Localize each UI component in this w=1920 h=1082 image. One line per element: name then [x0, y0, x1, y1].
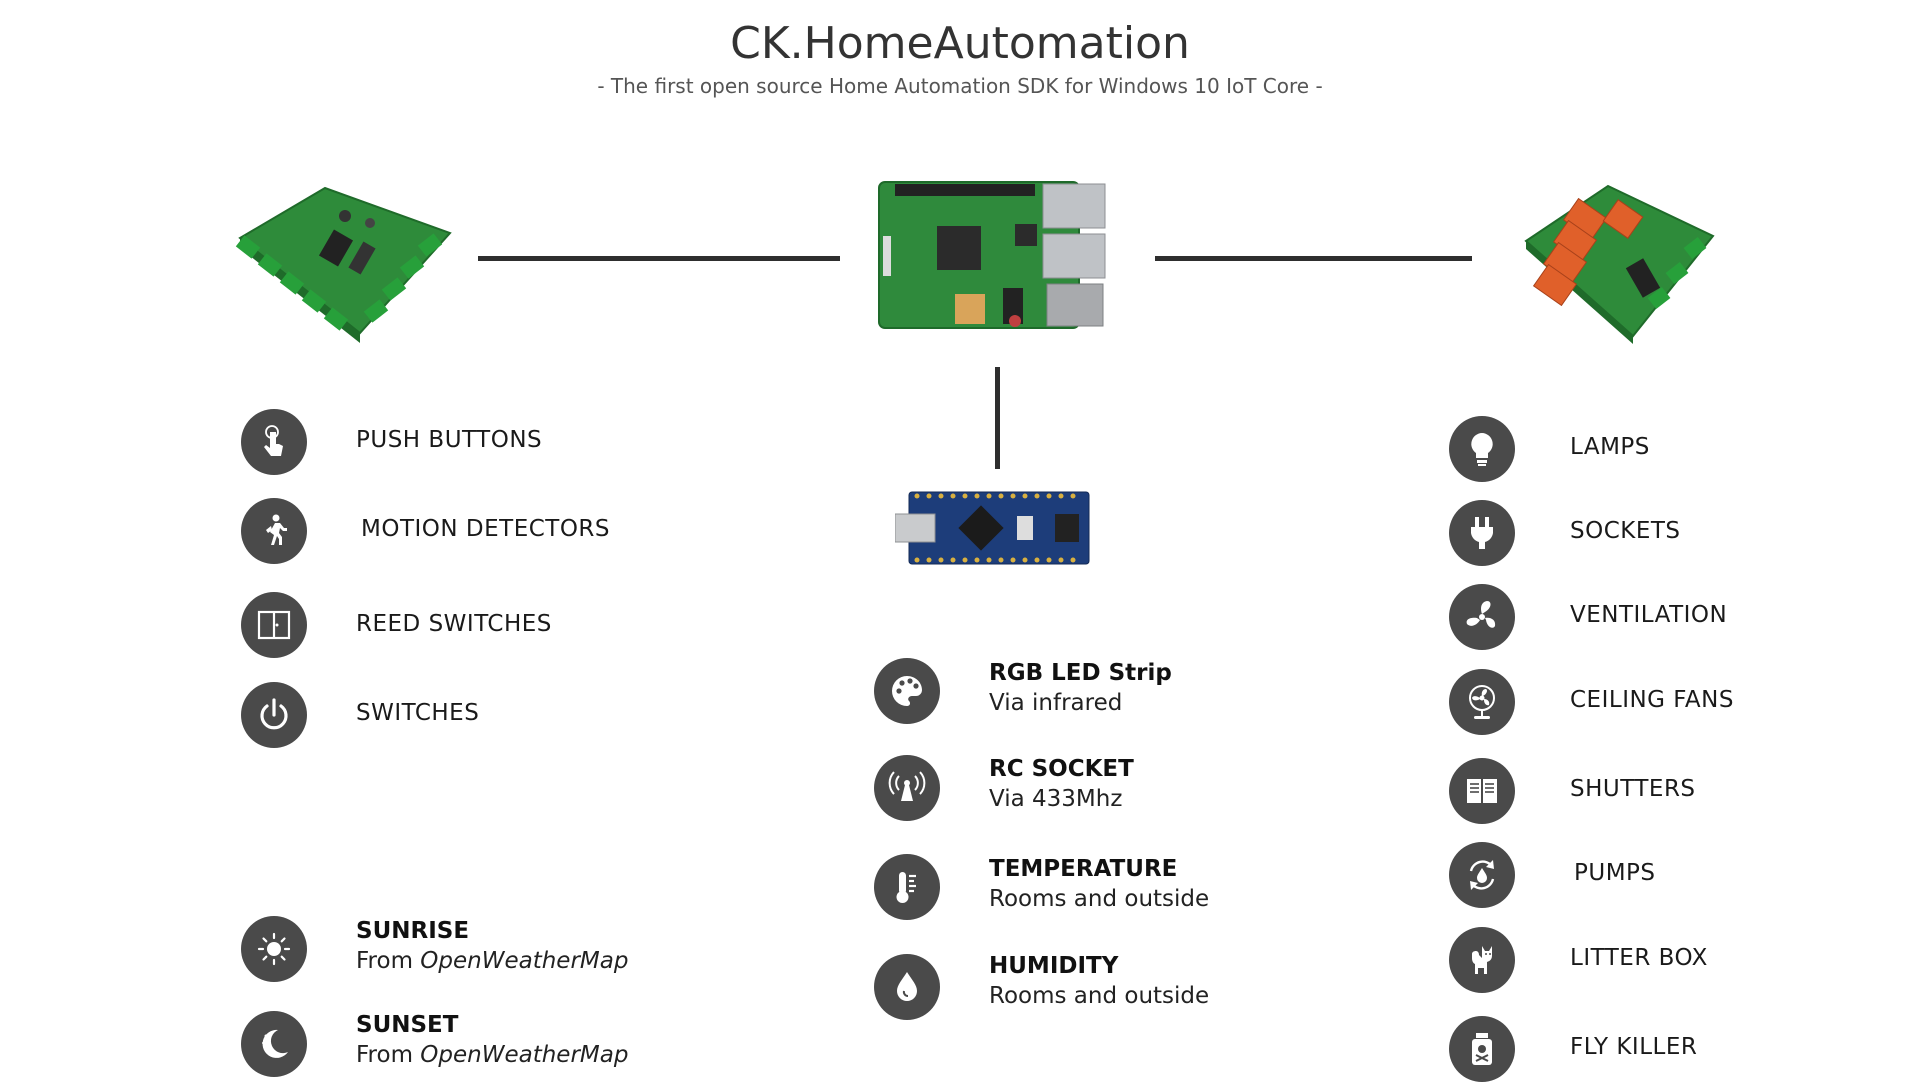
output-label-shutters: SHUTTERS: [1570, 776, 1696, 802]
ceiling-fans-icon-circle: [1449, 669, 1515, 735]
arduino-nano-image: [895, 491, 1090, 565]
temperature-title: TEMPERATURE: [989, 856, 1178, 882]
switches-icon-circle: [241, 682, 307, 748]
fan-icon: [1466, 601, 1496, 628]
humidity-icon-circle: [874, 954, 940, 1020]
thermometer-icon: [896, 872, 916, 903]
push-buttons-icon-circle: [241, 409, 307, 475]
connector-right: [1155, 256, 1472, 261]
sunset-icon-circle: [241, 1011, 307, 1077]
poison-icon: [1472, 1033, 1492, 1065]
litter-box-icon-circle: [1449, 927, 1515, 993]
drop-icon: [897, 972, 917, 1001]
sunset-prefix: From: [356, 1042, 421, 1068]
input-label-reed-switches: REED SWITCHES: [356, 611, 552, 637]
cat-icon: [1472, 946, 1493, 974]
sunrise-prefix: From: [356, 948, 421, 974]
sunrise-title: SUNRISE: [356, 918, 470, 944]
input-board-image: [235, 186, 452, 343]
rgb-led-block: RGB LED Strip Via infrared: [989, 660, 1172, 716]
shutters-icon-circle: [1449, 758, 1515, 824]
sun-icon: [257, 932, 291, 966]
humidity-title: HUMIDITY: [989, 953, 1119, 979]
palette-icon: [892, 676, 922, 706]
lamps-icon-circle: [1449, 416, 1515, 482]
input-label-push-buttons: PUSH BUTTONS: [356, 427, 543, 453]
raspberry-pi-image: [878, 181, 1106, 329]
relay-board-image: [1524, 184, 1715, 344]
connector-left: [478, 256, 840, 261]
window-icon: [1467, 779, 1497, 803]
door-icon: [257, 610, 291, 640]
touch-icon: [264, 425, 283, 456]
humidity-block: HUMIDITY Rooms and outside: [989, 953, 1209, 1009]
page-title: CK.HomeAutomation: [730, 18, 1190, 69]
sunrise-block: SUNRISE From OpenWeatherMap: [356, 918, 628, 974]
sunrise-subtitle: From OpenWeatherMap: [356, 948, 628, 974]
sunrise-icon-circle: [241, 916, 307, 982]
ventilation-icon-circle: [1449, 584, 1515, 650]
bulb-icon: [1471, 433, 1493, 466]
output-label-ceiling-fans: CEILING FANS: [1570, 687, 1734, 713]
cycle-icon: [1469, 860, 1495, 890]
sunrise-source: OpenWeatherMap: [420, 948, 629, 974]
rgb-led-subtitle: Via infrared: [989, 690, 1123, 716]
output-label-sockets: SOCKETS: [1570, 518, 1681, 544]
antenna-icon: [888, 771, 926, 801]
output-label-ventilation: VENTILATION: [1570, 602, 1728, 628]
sunset-title: SUNSET: [356, 1012, 459, 1038]
connector-down: [995, 367, 1000, 469]
walking-person-icon: [266, 514, 287, 545]
power-icon: [260, 698, 288, 730]
input-label-motion-detectors: MOTION DETECTORS: [361, 516, 611, 542]
humidity-subtitle: Rooms and outside: [989, 983, 1210, 1009]
output-label-lamps: LAMPS: [1570, 434, 1650, 460]
reed-switches-icon-circle: [241, 592, 307, 658]
fly-killer-icon-circle: [1449, 1016, 1515, 1082]
output-label-fly-killer: FLY KILLER: [1570, 1034, 1698, 1060]
sunset-source: OpenWeatherMap: [420, 1042, 629, 1068]
temperature-subtitle: Rooms and outside: [989, 886, 1210, 912]
rgb-led-icon-circle: [874, 658, 940, 724]
sunset-block: SUNSET From OpenWeatherMap: [356, 1012, 628, 1068]
sunset-subtitle: From OpenWeatherMap: [356, 1042, 628, 1068]
rc-socket-title: RC SOCKET: [989, 756, 1134, 782]
plug-icon: [1471, 517, 1493, 549]
temperature-icon-circle: [874, 854, 940, 920]
rc-socket-icon-circle: [874, 755, 940, 821]
output-label-litter-box: LITTER BOX: [1570, 945, 1708, 971]
input-label-switches: SWITCHES: [356, 700, 480, 726]
page-subtitle: - The first open source Home Automation …: [597, 74, 1323, 98]
pumps-icon-circle: [1449, 842, 1515, 908]
rgb-led-title: RGB LED Strip: [989, 660, 1172, 686]
moon-icon: [262, 1029, 288, 1058]
sockets-icon-circle: [1449, 500, 1515, 566]
motion-detectors-icon-circle: [241, 498, 307, 564]
temperature-block: TEMPERATURE Rooms and outside: [989, 856, 1209, 912]
output-label-pumps: PUMPS: [1574, 860, 1656, 886]
rc-socket-block: RC SOCKET Via 433Mhz: [989, 756, 1134, 812]
rc-socket-subtitle: Via 433Mhz: [989, 786, 1123, 812]
desk-fan-icon: [1469, 685, 1495, 719]
